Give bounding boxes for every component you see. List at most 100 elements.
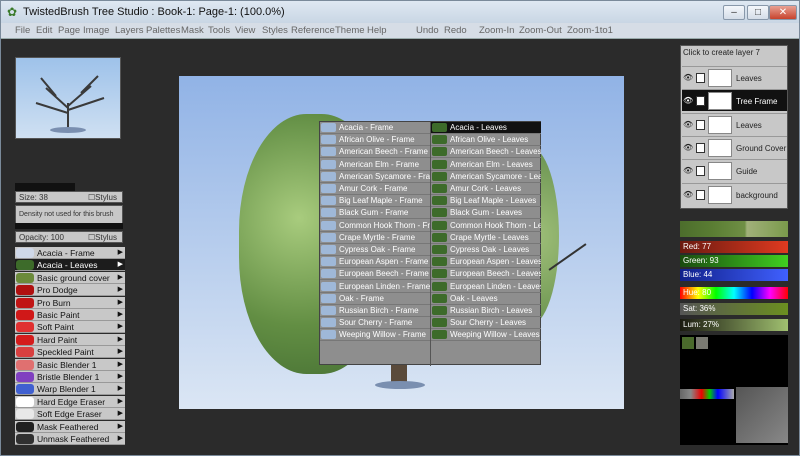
tree-leaves-item[interactable]: American Sycamore - Leaves — [431, 171, 541, 183]
menu-edit[interactable]: Edit — [36, 25, 52, 36]
brush-item[interactable]: Soft Edge Eraser ▶ — [15, 408, 125, 421]
close-button[interactable]: ✕ — [769, 5, 797, 20]
menu-mask[interactable]: Mask — [181, 25, 204, 36]
size-slider[interactable] — [15, 183, 75, 191]
tree-frame-item[interactable]: African Olive - Frame — [320, 134, 430, 147]
menu-reference[interactable]: Reference — [291, 25, 335, 36]
brush-item[interactable]: Soft Paint ▶ — [15, 321, 125, 334]
blue-slider[interactable]: Blue: 44 — [680, 269, 788, 281]
menu-image[interactable]: Image — [83, 25, 109, 36]
menu-undo[interactable]: Undo — [416, 25, 439, 36]
lum-slider[interactable]: Lum: 27% — [680, 319, 788, 331]
tree-leaves-item[interactable]: Amur Cork - Leaves — [431, 183, 541, 195]
tree-frame-item[interactable]: Oak - Frame — [320, 293, 430, 305]
lock-icon[interactable] — [696, 119, 705, 130]
red-slider[interactable]: Red: 77 — [680, 241, 788, 253]
layer-row[interactable]: 👁 Tree Frame — [682, 89, 787, 112]
layer-row[interactable]: 👁 Ground Cover — [682, 135, 787, 158]
brush-item[interactable]: Speckled Paint ▶ — [15, 346, 125, 359]
layer-row[interactable]: 👁 background — [682, 182, 787, 205]
eye-icon[interactable]: 👁 — [683, 190, 693, 200]
color-mixing-area[interactable] — [736, 387, 788, 443]
stylus-opacity-checkbox[interactable]: ☐Stylus — [88, 233, 117, 242]
brush-item[interactable]: Bristle Blender 1 ▶ — [15, 371, 125, 383]
eye-icon[interactable]: 👁 — [683, 73, 693, 83]
color-swatch-bar[interactable] — [680, 221, 788, 237]
tree-leaves-item[interactable]: Acacia - Leaves — [431, 122, 541, 134]
tree-leaves-item[interactable]: Crape Myrtle - Leaves — [431, 232, 541, 244]
tree-frame-item[interactable]: American Beech - Frame — [320, 146, 430, 159]
layer-row[interactable]: 👁 Leaves — [682, 112, 787, 135]
tree-frame-item[interactable]: Sour Cherry - Frame — [320, 317, 430, 330]
secondary-color-swatch[interactable] — [696, 337, 708, 349]
tree-leaves-item[interactable]: European Aspen - Leaves — [431, 256, 541, 269]
brush-item[interactable]: Acacia - Frame ▶ — [15, 247, 125, 259]
tree-leaves-item[interactable]: Big Leaf Maple - Leaves — [431, 195, 541, 208]
tree-frame-item[interactable]: American Elm - Frame — [320, 159, 430, 171]
layer-row[interactable]: 👁 Leaves — [682, 66, 787, 88]
brush-item[interactable]: Pro Dodge ▶ — [15, 284, 125, 297]
tree-leaves-item[interactable]: African Olive - Leaves — [431, 134, 541, 147]
brush-item[interactable]: Warp Blender 1 ▶ — [15, 383, 125, 396]
tree-frame-item[interactable]: Common Hook Thorn - Frame — [320, 220, 430, 232]
hue-slider[interactable]: Hue: 80 — [680, 287, 788, 299]
tree-frame-item[interactable]: Amur Cork - Frame — [320, 183, 430, 195]
opacity-slider[interactable] — [15, 223, 123, 229]
menu-zoom-out[interactable]: Zoom-Out — [519, 25, 562, 36]
brush-item[interactable]: Unmask Feathered ▶ — [15, 433, 125, 445]
menu-view[interactable]: View — [235, 25, 255, 36]
minimize-button[interactable]: – — [723, 5, 745, 20]
green-slider[interactable]: Green: 93 — [680, 255, 788, 267]
lock-icon[interactable] — [696, 73, 705, 83]
tree-frame-item[interactable]: European Aspen - Frame — [320, 256, 430, 269]
tree-frame-item[interactable]: Crape Myrtle - Frame — [320, 232, 430, 244]
tree-frame-item[interactable]: European Beech - Frame — [320, 268, 430, 281]
tree-frame-item[interactable]: European Linden - Frame — [320, 281, 430, 293]
primary-color-swatch[interactable] — [682, 337, 694, 349]
color-strip[interactable] — [680, 389, 734, 399]
tree-frame-item[interactable]: Weeping Willow - Frame — [320, 329, 430, 342]
navigator-thumbnail[interactable] — [15, 57, 121, 139]
tree-leaves-item[interactable]: Weeping Willow - Leaves — [431, 329, 541, 342]
maximize-button[interactable]: □ — [747, 5, 769, 20]
menu-zoom-in[interactable]: Zoom-In — [479, 25, 514, 36]
tree-leaves-item[interactable]: Oak - Leaves — [431, 293, 541, 305]
tree-leaves-item[interactable]: Russian Birch - Leaves — [431, 305, 541, 317]
eye-icon[interactable]: 👁 — [683, 166, 693, 176]
menu-styles[interactable]: Styles — [262, 25, 288, 36]
sat-slider[interactable]: Sat: 36% — [680, 303, 788, 315]
tree-frame-item[interactable]: Cypress Oak - Frame — [320, 244, 430, 256]
tree-frame-item[interactable]: American Sycamore - Frame — [320, 171, 430, 183]
tree-leaves-item[interactable]: Black Gum - Leaves — [431, 207, 541, 220]
lock-icon[interactable] — [696, 189, 705, 200]
tree-leaves-item[interactable]: Cypress Oak - Leaves — [431, 244, 541, 256]
menu-zoom-1to1[interactable]: Zoom-1to1 — [567, 25, 613, 36]
menu-file[interactable]: File — [15, 25, 30, 36]
eye-icon[interactable]: 👁 — [683, 96, 693, 106]
tree-leaves-item[interactable]: American Elm - Leaves — [431, 159, 541, 171]
tree-frame-item[interactable]: Big Leaf Maple - Frame — [320, 195, 430, 208]
menu-theme[interactable]: Theme — [335, 25, 365, 36]
brush-item[interactable]: Basic Paint ▶ — [15, 309, 125, 321]
tree-frame-item[interactable]: Acacia - Frame — [320, 122, 430, 134]
layer-row[interactable]: 👁 Guide — [682, 159, 787, 182]
tree-leaves-item[interactable]: European Beech - Leaves — [431, 268, 541, 281]
create-layer-button[interactable]: Click to create layer 7 — [683, 48, 760, 57]
menu-page[interactable]: Page — [58, 25, 80, 36]
tree-frame-item[interactable]: Russian Birch - Frame — [320, 305, 430, 317]
tree-leaves-item[interactable]: American Beech - Leaves — [431, 146, 541, 159]
lock-icon[interactable] — [696, 96, 705, 107]
menu-redo[interactable]: Redo — [444, 25, 467, 36]
brush-item[interactable]: Basic ground cover ▶ — [15, 271, 125, 284]
menu-help[interactable]: Help — [367, 25, 387, 36]
lock-icon[interactable] — [696, 166, 705, 177]
stylus-size-checkbox[interactable]: ☐Stylus — [88, 193, 117, 202]
brush-item[interactable]: Hard Paint ▶ — [15, 333, 125, 346]
brush-item[interactable]: Mask Feathered ▶ — [15, 420, 125, 433]
menu-layers[interactable]: Layers — [115, 25, 144, 36]
tree-frame-item[interactable]: Black Gum - Frame — [320, 207, 430, 220]
lock-icon[interactable] — [696, 142, 705, 153]
brush-item[interactable]: Pro Burn ▶ — [15, 296, 125, 309]
tree-leaves-item[interactable]: European Linden - Leaves — [431, 281, 541, 293]
eye-icon[interactable]: 👁 — [683, 143, 693, 153]
